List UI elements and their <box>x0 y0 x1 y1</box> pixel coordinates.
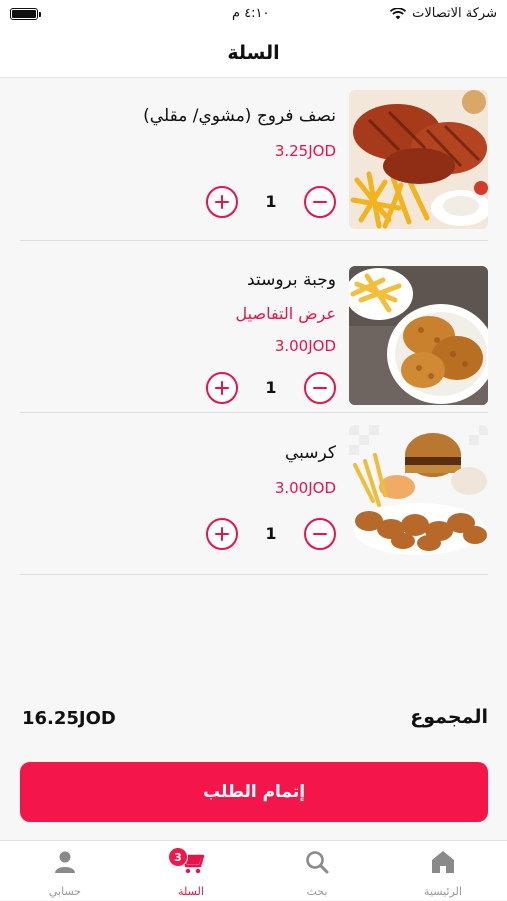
item-info: وجبة بروستد عرض التفاصيل 3.00JOD <box>36 270 336 355</box>
item-price: 3.25JOD <box>274 142 336 160</box>
increase-quantity-button[interactable] <box>206 518 238 550</box>
page-title: السلة <box>227 41 280 64</box>
order-total: المجموع 16.25JOD <box>20 706 488 736</box>
crispy-meal-image <box>349 425 488 564</box>
wifi-icon <box>390 7 407 19</box>
item-name: نصف فروج (مشوي/ مقلي) <box>143 106 336 126</box>
search-icon <box>306 851 329 874</box>
tab-bar: الرئيسية بحث 3 السلة حسابي <box>0 840 507 900</box>
item-name: كرسبي <box>284 443 336 463</box>
increase-quantity-button[interactable] <box>206 372 238 404</box>
tab-account[interactable]: حسابي <box>2 841 128 901</box>
item-name: وجبة بروستد <box>247 270 336 290</box>
tab-cart-label: السلة <box>178 885 204 898</box>
tab-home[interactable]: الرئيسية <box>380 841 506 901</box>
home-icon <box>432 851 454 873</box>
status-time: ٤:١٠ م <box>232 6 270 21</box>
cart-item: وجبة بروستد عرض التفاصيل 3.00JOD 1 <box>20 241 488 413</box>
quantity-stepper: 1 <box>206 186 336 220</box>
broasted-chicken-image <box>349 266 488 405</box>
cart-item: نصف فروج (مشوي/ مقلي) 3.25JOD 1 <box>20 78 488 241</box>
item-info: نصف فروج (مشوي/ مقلي) 3.25JOD <box>36 106 336 160</box>
quantity-stepper: 1 <box>206 372 336 406</box>
total-value: 16.25JOD <box>22 708 116 729</box>
tab-account-label: حسابي <box>48 885 82 898</box>
item-info: كرسبي 3.00JOD <box>36 443 336 497</box>
cart-list: نصف فروج (مشوي/ مقلي) 3.25JOD 1 وجبة برو… <box>20 78 488 575</box>
quantity-stepper: 1 <box>206 518 336 552</box>
user-icon <box>55 851 75 873</box>
grilled-chicken-image <box>349 90 488 229</box>
status-carrier-group: شركة الاتصالات <box>390 6 497 21</box>
status-bar: شركة الاتصالات ٤:١٠ م <box>0 0 507 28</box>
tab-search-label: بحث <box>306 885 328 898</box>
tab-search[interactable]: بحث <box>254 841 380 901</box>
increase-quantity-button[interactable] <box>206 186 238 218</box>
carrier-name: شركة الاتصالات <box>412 6 497 21</box>
tab-cart[interactable]: 3 السلة <box>128 841 254 901</box>
item-price: 3.00JOD <box>274 479 336 497</box>
tab-home-label: الرئيسية <box>424 885 462 898</box>
item-price: 3.00JOD <box>274 337 336 355</box>
checkout-button[interactable]: إتمام الطلب <box>20 762 488 822</box>
view-details-link[interactable]: عرض التفاصيل <box>36 304 336 323</box>
battery-icon <box>10 8 41 20</box>
total-label: المجموع <box>410 706 488 728</box>
nav-header: السلة <box>0 28 507 78</box>
cart-count-badge: 3 <box>168 847 188 867</box>
cart-item: كرسبي 3.00JOD 1 <box>20 413 488 575</box>
